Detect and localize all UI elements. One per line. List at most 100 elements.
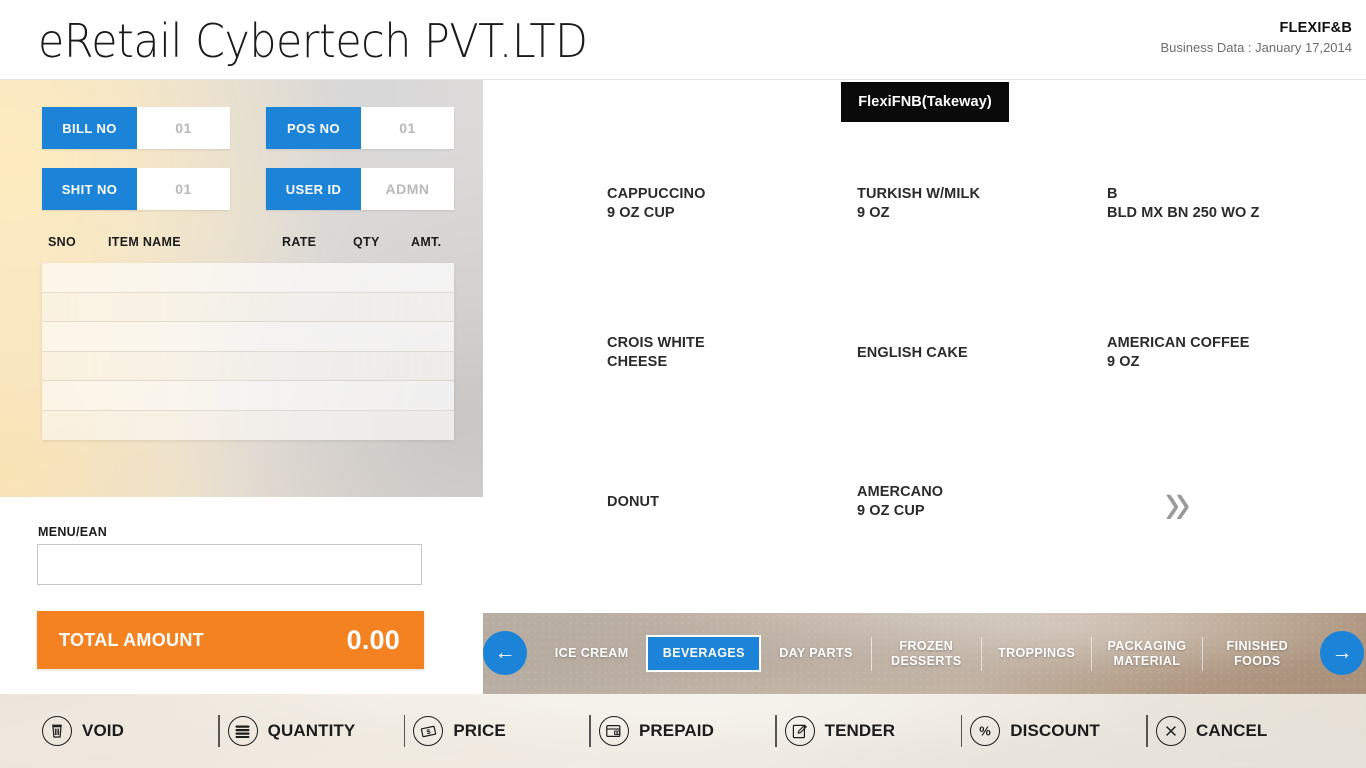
- field-shit-no-label: SHIT NO: [42, 168, 137, 210]
- app-header: eRetail Cybertech PVT.LTD FLEXIF&B Busin…: [0, 0, 1366, 80]
- void-button[interactable]: VOID: [34, 716, 218, 746]
- product-tile[interactable]: TURKISH W/MILK 9 OZ: [805, 134, 1050, 274]
- category-item-frozen-desserts[interactable]: FROZEN DESSERTS: [872, 632, 981, 676]
- column-header-item: ITEM NAME: [108, 235, 181, 249]
- table-row[interactable]: [42, 351, 454, 381]
- column-header-sno: SNO: [48, 235, 76, 249]
- product-tile-label: DONUT: [607, 493, 660, 510]
- category-item-day-parts[interactable]: DAY PARTS: [761, 639, 870, 668]
- category-item-troppings[interactable]: TROPPINGS: [982, 639, 1091, 668]
- brand-name: FLEXIF&B: [1279, 20, 1352, 36]
- product-tile-label: CROIS WHITE CHEESE: [607, 335, 705, 370]
- product-tile-label: TURKISH W/MILK 9 OZ: [857, 186, 981, 221]
- product-tile[interactable]: B BLD MX BN 250 WO Z: [1055, 134, 1300, 274]
- product-tile-label: CAPPUCCINO 9 OZ CUP: [607, 186, 706, 221]
- product-tile-label: B BLD MX BN 250 WO Z: [1107, 186, 1260, 221]
- product-tile-label: AMERCANO 9 OZ CUP: [857, 484, 944, 519]
- category-prev-button[interactable]: ←: [483, 631, 527, 675]
- toolbar-separator: [775, 715, 777, 747]
- price-button-label: PRICE: [453, 721, 506, 740]
- table-row[interactable]: [42, 410, 454, 440]
- product-tile[interactable]: DONUT: [555, 432, 800, 572]
- stacked-lines-icon: [227, 716, 258, 746]
- discount-button-label: DISCOUNT: [1010, 721, 1100, 740]
- tender-button[interactable]: TENDER: [777, 716, 961, 746]
- category-item-ice-cream[interactable]: ICE CREAM: [537, 639, 646, 668]
- prepaid-button[interactable]: PREPAID: [591, 716, 775, 746]
- close-x-icon: [1155, 716, 1186, 746]
- note-pencil-icon: [784, 716, 815, 746]
- field-shit-no-value[interactable]: 01: [137, 168, 230, 210]
- table-row[interactable]: [42, 381, 454, 411]
- category-item-packaging-material[interactable]: PACKAGING MATERIAL: [1092, 632, 1201, 676]
- svg-text:$: $: [426, 728, 431, 736]
- field-pos-no-label: POS NO: [266, 107, 361, 149]
- void-button-label: VOID: [82, 721, 124, 740]
- field-user-id[interactable]: USER ID ADMN: [266, 168, 454, 210]
- header-info: FLEXIF&B Business Data : January 17,2014: [1160, 20, 1352, 55]
- discount-button[interactable]: % DISCOUNT: [962, 716, 1146, 746]
- column-header-qty: QTY: [353, 235, 380, 249]
- price-tag-icon: $: [413, 716, 444, 746]
- prepaid-button-label: PREPAID: [638, 721, 714, 740]
- product-panel: FlexiFNB(Takeway) CAPPUCCINO 9 OZ CUP TUR…: [483, 80, 1366, 694]
- product-tile[interactable]: ENGLISH CAKE: [805, 283, 1050, 423]
- wallet-icon: [598, 716, 629, 746]
- field-bill-no[interactable]: BILL NO 01: [42, 107, 230, 149]
- pos-screen: eRetail Cybertech PVT.LTD FLEXIF&B Busin…: [0, 0, 1366, 768]
- total-amount-bar: TOTAL AMOUNT 0.00: [37, 611, 424, 669]
- field-pos-no-value[interactable]: 01: [361, 107, 454, 149]
- trash-icon: [42, 716, 72, 746]
- toolbar-separator: [960, 715, 963, 747]
- total-amount-value: 0.00: [346, 624, 400, 655]
- cancel-button-label: CANCEL: [1195, 721, 1268, 740]
- arrow-right-icon: →: [1331, 641, 1353, 664]
- chevron-double-right-icon: »: [1164, 466, 1191, 538]
- toolbar-separator: [218, 715, 220, 747]
- toolbar-separator: [403, 715, 406, 747]
- percent-icon: %: [970, 716, 1001, 746]
- product-tile[interactable]: AMERCANO 9 OZ CUP: [805, 432, 1050, 572]
- menu-ean-label: MENU/EAN: [38, 525, 108, 539]
- category-bar: ← ICE CREAM BEVERAGES DAY PARTS FROZEN D…: [483, 613, 1366, 694]
- product-tile[interactable]: CAPPUCCINO 9 OZ CUP: [555, 134, 800, 274]
- column-header-amt: AMT.: [411, 235, 442, 249]
- quantity-button-label: QUANTITY: [267, 721, 356, 740]
- toolbar-separator: [1146, 715, 1148, 747]
- toolbar-separator: [589, 715, 591, 747]
- total-amount-label: TOTAL AMOUNT: [59, 629, 204, 650]
- order-items-list[interactable]: [42, 263, 454, 440]
- product-tile-label: AMERICAN COFFEE 9 OZ: [1107, 335, 1250, 370]
- order-table-header: SNO ITEM NAME RATE QTY AMT.: [42, 235, 454, 261]
- category-item-beverages[interactable]: BEVERAGES: [646, 635, 762, 672]
- product-tile[interactable]: CROIS WHITE CHEESE: [555, 283, 800, 423]
- toolbar-items: VOID QUANTITY $ PRICE PREPAID TENDER % D…: [0, 694, 1366, 768]
- category-item-finished-foods[interactable]: FINISHED FOODS: [1203, 632, 1312, 676]
- arrow-left-icon: ←: [494, 641, 516, 664]
- mode-badge: FlexiFNB(Takeway): [841, 82, 1009, 122]
- bill-panel: BILL NO 01 POS NO 01 SHIT NO 01 USER ID …: [0, 80, 483, 694]
- column-header-rate: RATE: [282, 235, 317, 249]
- table-row[interactable]: [42, 263, 454, 293]
- next-page-tile[interactable]: »: [1055, 432, 1300, 572]
- product-tile-grid: CAPPUCCINO 9 OZ CUP TURKISH W/MILK 9 OZ BB…: [555, 134, 1303, 572]
- tender-button-label: TENDER: [824, 721, 896, 740]
- price-button[interactable]: $ PRICE: [405, 716, 589, 746]
- business-date: Business Data : January 17,2014: [1160, 40, 1352, 55]
- field-user-id-label: USER ID: [266, 168, 361, 210]
- field-user-id-value[interactable]: ADMN: [361, 168, 454, 210]
- product-tile[interactable]: AMERICAN COFFEE 9 OZ: [1055, 283, 1300, 423]
- cancel-button[interactable]: CANCEL: [1148, 716, 1332, 746]
- category-next-button[interactable]: →: [1320, 631, 1364, 675]
- field-bill-no-value[interactable]: 01: [137, 107, 230, 149]
- product-tile-label: ENGLISH CAKE: [857, 344, 968, 361]
- menu-ean-input[interactable]: [37, 544, 422, 585]
- table-row[interactable]: [42, 322, 454, 352]
- action-toolbar: VOID QUANTITY $ PRICE PREPAID TENDER % D…: [0, 694, 1366, 768]
- quantity-button[interactable]: QUANTITY: [220, 716, 404, 746]
- table-row[interactable]: [42, 292, 454, 322]
- page-title: eRetail Cybertech PVT.LTD: [38, 14, 588, 68]
- field-shit-no[interactable]: SHIT NO 01: [42, 168, 230, 210]
- field-bill-no-label: BILL NO: [42, 107, 137, 149]
- field-pos-no[interactable]: POS NO 01: [266, 107, 454, 149]
